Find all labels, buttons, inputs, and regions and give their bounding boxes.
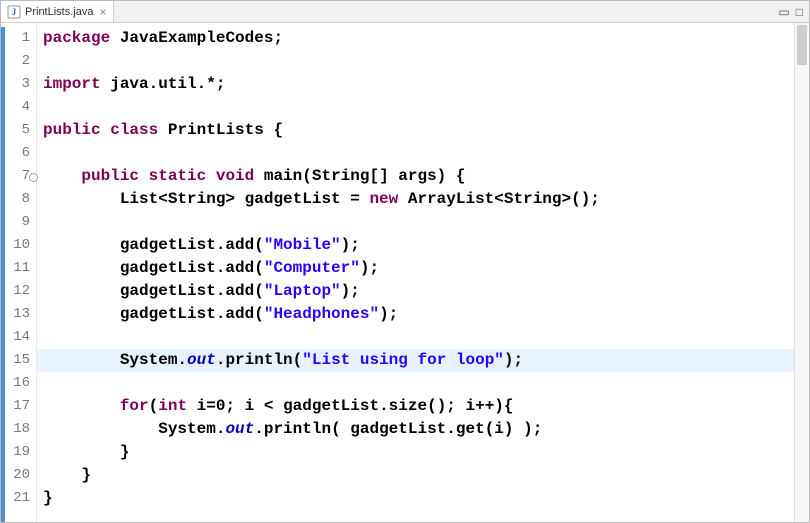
line-number: 15: [1, 349, 36, 372]
titlebar: J PrintLists.java × ▭ □: [1, 1, 809, 23]
code-line[interactable]: }: [43, 441, 794, 464]
line-number: 5: [1, 119, 36, 142]
line-number: 2: [1, 50, 36, 73]
code-line[interactable]: System.out.println("List using for loop"…: [37, 349, 794, 372]
maximize-icon[interactable]: □: [796, 6, 803, 18]
code-line[interactable]: [43, 326, 794, 349]
line-number: 7: [1, 165, 36, 188]
line-number: 10: [1, 234, 36, 257]
line-number: 12: [1, 280, 36, 303]
scrollbar-thumb[interactable]: [797, 25, 807, 65]
code-line[interactable]: }: [43, 487, 794, 510]
gutter: 123456789101112131415161718192021: [1, 23, 37, 522]
code-line[interactable]: [43, 96, 794, 119]
line-number: 20: [1, 464, 36, 487]
code-line[interactable]: [43, 211, 794, 234]
line-number: 18: [1, 418, 36, 441]
code-area[interactable]: package JavaExampleCodes; import java.ut…: [37, 23, 794, 522]
code-line[interactable]: public class PrintLists {: [43, 119, 794, 142]
code-line[interactable]: import java.util.*;: [43, 73, 794, 96]
code-line[interactable]: System.out.println( gadgetList.get(i) );: [43, 418, 794, 441]
code-line[interactable]: List<String> gadgetList = new ArrayList<…: [43, 188, 794, 211]
line-number: 4: [1, 96, 36, 119]
line-number: 6: [1, 142, 36, 165]
code-line[interactable]: gadgetList.add("Laptop");: [43, 280, 794, 303]
close-icon[interactable]: ×: [99, 6, 106, 18]
code-line[interactable]: [43, 372, 794, 395]
code-line[interactable]: package JavaExampleCodes;: [43, 27, 794, 50]
line-number: 1: [1, 27, 36, 50]
line-number: 13: [1, 303, 36, 326]
code-line[interactable]: [43, 50, 794, 73]
editor: 123456789101112131415161718192021 packag…: [1, 23, 809, 522]
line-number: 11: [1, 257, 36, 280]
line-number: 3: [1, 73, 36, 96]
minimize-icon[interactable]: ▭: [778, 6, 789, 18]
code-line[interactable]: gadgetList.add("Mobile");: [43, 234, 794, 257]
line-number: 17: [1, 395, 36, 418]
code-line[interactable]: public static void main(String[] args) {: [43, 165, 794, 188]
file-tab[interactable]: J PrintLists.java ×: [1, 1, 114, 22]
java-file-icon: J: [7, 5, 21, 19]
code-line[interactable]: gadgetList.add("Headphones");: [43, 303, 794, 326]
code-line[interactable]: }: [43, 464, 794, 487]
code-line[interactable]: gadgetList.add("Computer");: [43, 257, 794, 280]
tab-filename: PrintLists.java: [25, 6, 93, 18]
line-number: 8: [1, 188, 36, 211]
vertical-scrollbar[interactable]: [794, 23, 809, 522]
code-line[interactable]: for(int i=0; i < gadgetList.size(); i++)…: [43, 395, 794, 418]
line-number: 19: [1, 441, 36, 464]
line-number: 9: [1, 211, 36, 234]
line-number: 21: [1, 487, 36, 510]
window-controls: ▭ □: [778, 1, 809, 22]
line-number: 16: [1, 372, 36, 395]
svg-text:J: J: [12, 7, 17, 17]
line-numbers: 123456789101112131415161718192021: [1, 27, 36, 510]
code-line[interactable]: [43, 142, 794, 165]
line-number: 14: [1, 326, 36, 349]
